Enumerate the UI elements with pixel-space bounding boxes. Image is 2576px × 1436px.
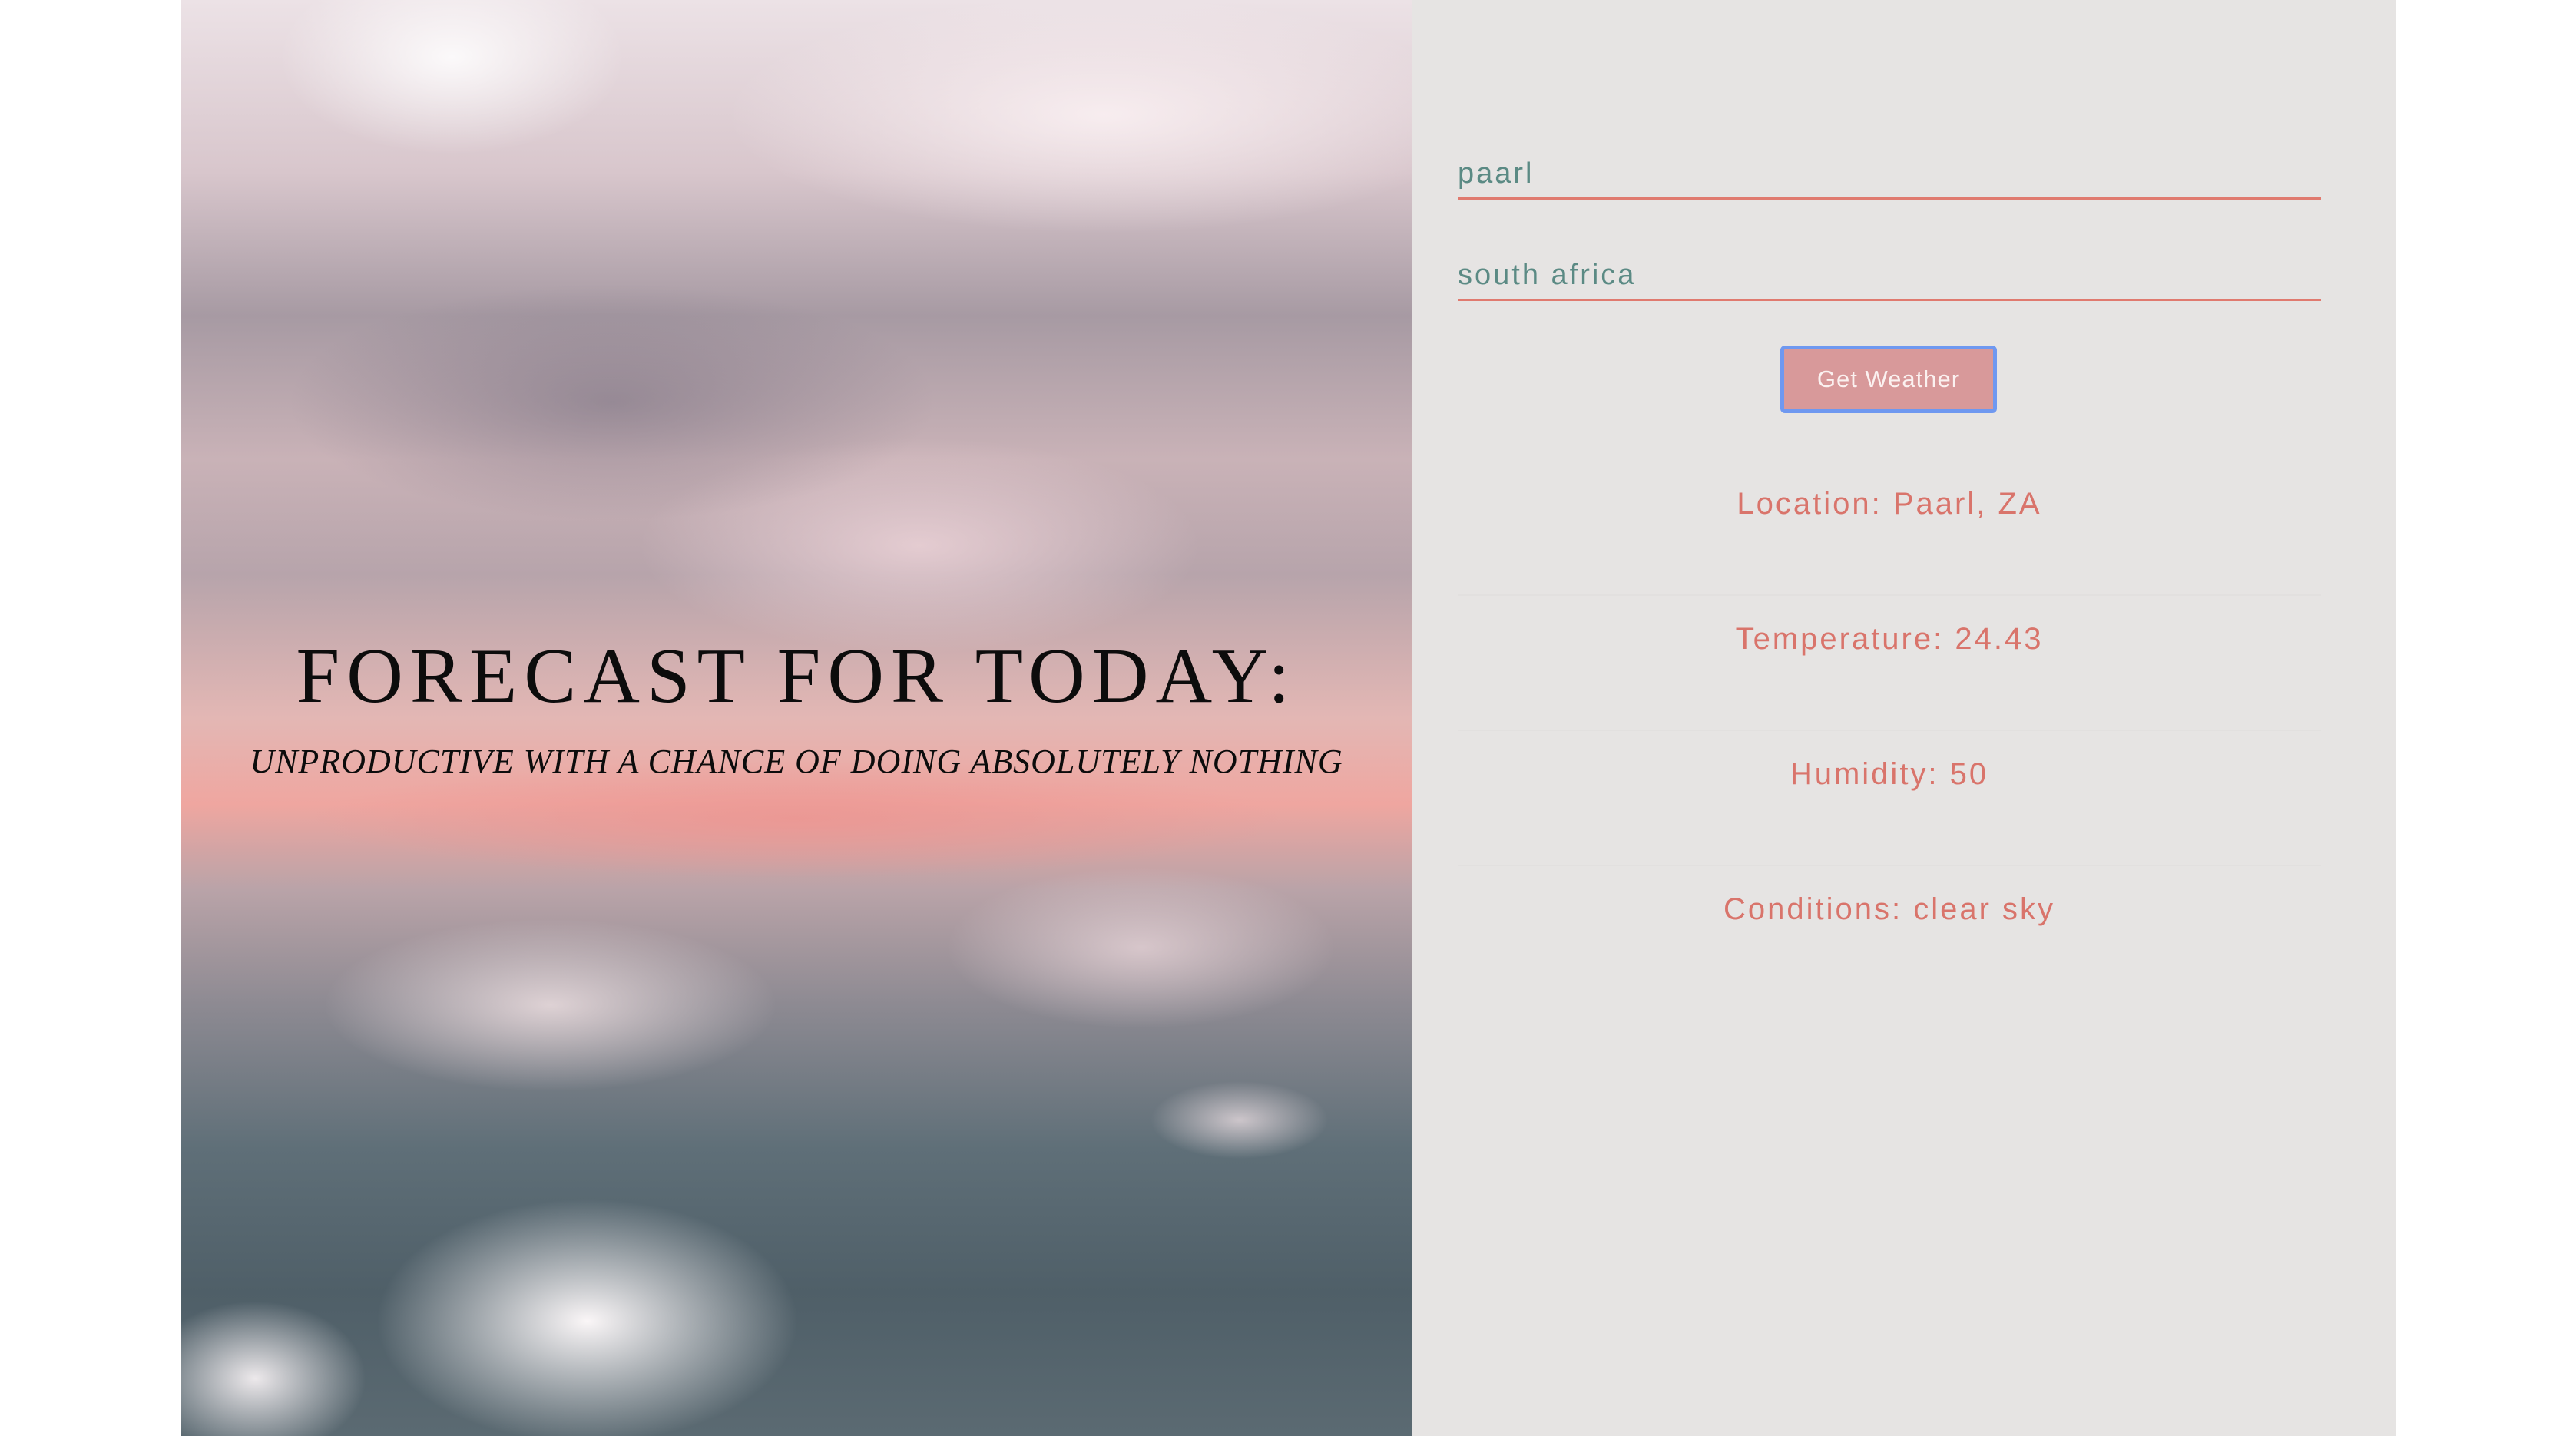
weather-app: FORECAST FOR TODAY: UNPRODUCTIVE WITH A … [181, 0, 2396, 1436]
get-weather-button[interactable]: Get Weather [1780, 346, 1997, 413]
hero-title: FORECAST FOR TODAY: [296, 633, 1297, 720]
humidity-result: Humidity: 50 [1458, 731, 2321, 866]
weather-form-panel: Get Weather Location: Paarl, ZA Temperat… [1412, 0, 2396, 1436]
city-input[interactable] [1458, 151, 2321, 197]
hero-subtitle: UNPRODUCTIVE WITH A CHANCE OF DOING ABSO… [250, 743, 1343, 780]
conditions-result: Conditions: clear sky [1723, 892, 2056, 926]
country-field [1458, 252, 2321, 301]
city-field [1458, 151, 2321, 200]
temperature-result: Temperature: 24.43 [1458, 596, 2321, 731]
country-input[interactable] [1458, 252, 2321, 299]
location-result: Location: Paarl, ZA [1458, 461, 2321, 596]
weather-results: Location: Paarl, ZA Temperature: 24.43 H… [1458, 461, 2321, 1001]
hero-sky-image: FORECAST FOR TODAY: UNPRODUCTIVE WITH A … [181, 0, 1412, 1436]
